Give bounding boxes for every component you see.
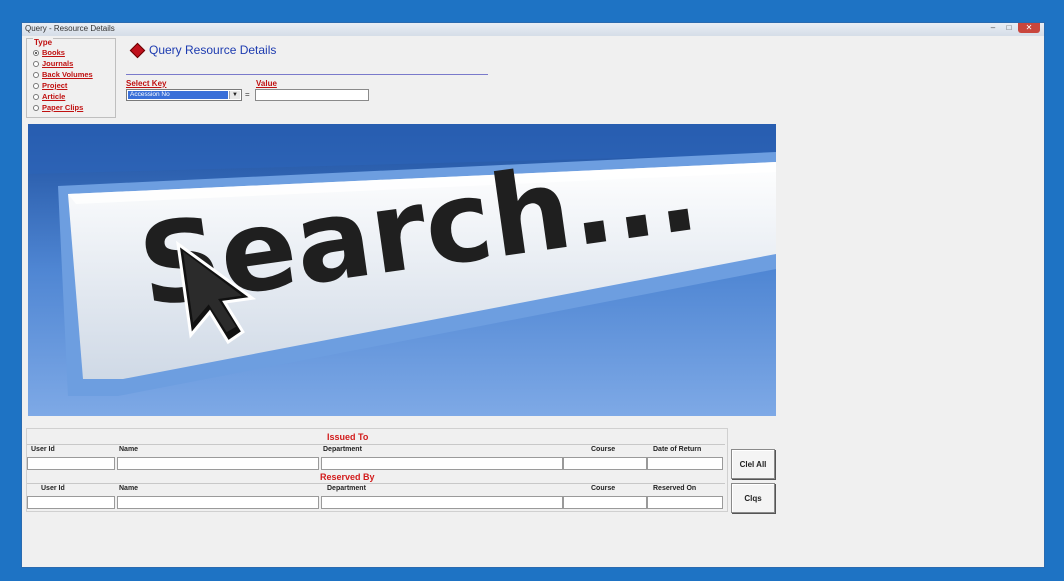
reserved-by-title: Reserved By <box>320 472 375 482</box>
equals-sign: = <box>245 90 250 99</box>
selected-key: Accession No <box>128 91 228 99</box>
title-bar: Query - Resource Details – □ ✕ <box>22 23 1044 36</box>
radio-dot[interactable] <box>33 104 39 111</box>
radio-article[interactable]: Article <box>33 92 65 101</box>
window-controls: – □ ✕ <box>986 23 1040 35</box>
radio-back-volumes[interactable]: Back Volumes <box>33 70 93 79</box>
radio-label: Project <box>42 81 68 90</box>
reserved-name-field[interactable] <box>117 496 319 509</box>
clear-all-button[interactable]: Clel All <box>731 449 775 479</box>
radio-books[interactable]: Books <box>33 48 65 57</box>
radio-dot[interactable] <box>33 93 39 100</box>
window-title: Query - Resource Details <box>25 24 115 33</box>
select-key-dropdown[interactable]: Accession No ▼ <box>126 89 242 101</box>
issued-course-field[interactable] <box>563 457 647 470</box>
radio-label: Books <box>42 48 65 57</box>
issued-to-title: Issued To <box>327 432 369 442</box>
minimize-icon[interactable]: – <box>986 23 1000 33</box>
radio-project[interactable]: Project <box>33 81 67 90</box>
type-legend: Type <box>33 38 54 47</box>
page-title: Query Resource Details <box>149 43 277 57</box>
close-button[interactable]: Clqs <box>731 483 775 513</box>
query-window: Query - Resource Details – □ ✕ Type Book… <box>21 22 1045 568</box>
column-header: Name <box>119 446 139 453</box>
diamond-icon <box>129 42 146 58</box>
issued-date-of-return-field[interactable] <box>647 457 723 470</box>
radio-label: Back Volumes <box>42 70 93 79</box>
radio-dot[interactable] <box>33 71 39 78</box>
chevron-down-icon[interactable]: ▼ <box>229 91 240 99</box>
column-header: Department <box>323 446 362 453</box>
column-header: Reserved On <box>653 485 697 492</box>
issued-to-header: User Id Name Department Course Date of R… <box>27 444 725 456</box>
radio-label: Article <box>42 92 66 101</box>
issued-department-field[interactable] <box>321 457 563 470</box>
value-input[interactable] <box>255 89 369 101</box>
radio-journals[interactable]: Journals <box>33 59 73 68</box>
issued-to-grid: User Id Name Department Course Date of R… <box>27 444 725 474</box>
radio-paper-clips[interactable]: Paper Clips <box>33 103 83 112</box>
page-heading: Query Resource Details <box>129 42 277 58</box>
search-banner-graphic: Search... <box>28 124 776 416</box>
select-key-label: Select Key <box>126 79 167 88</box>
reserved-on-field[interactable] <box>647 496 723 509</box>
reserved-department-field[interactable] <box>321 496 563 509</box>
radio-label: Journals <box>42 59 74 68</box>
type-group: Type Books Journals Back Volumes Project… <box>26 38 116 118</box>
column-header: Course <box>591 446 616 453</box>
maximize-icon[interactable]: □ <box>1002 23 1016 33</box>
column-header: Date of Return <box>653 446 702 453</box>
close-icon[interactable]: ✕ <box>1018 23 1040 33</box>
column-header: Course <box>591 485 616 492</box>
column-header: Department <box>327 485 366 492</box>
radio-label: Paper Clips <box>42 103 84 112</box>
reserved-user-id-field[interactable] <box>27 496 115 509</box>
radio-dot[interactable] <box>33 49 39 56</box>
issued-user-id-field[interactable] <box>27 457 115 470</box>
search-banner-image: Search... <box>28 124 776 416</box>
radio-dot[interactable] <box>33 60 39 67</box>
heading-divider <box>126 74 488 75</box>
reserved-by-header: User Id Name Department Course Reserved … <box>27 483 725 495</box>
column-header: Name <box>119 485 139 492</box>
reserved-course-field[interactable] <box>563 496 647 509</box>
radio-dot[interactable] <box>33 82 39 89</box>
issued-name-field[interactable] <box>117 457 319 470</box>
column-header: User Id <box>41 485 65 492</box>
reserved-by-grid: User Id Name Department Course Reserved … <box>27 483 725 513</box>
column-header: User Id <box>31 446 55 453</box>
value-label: Value <box>256 79 277 88</box>
